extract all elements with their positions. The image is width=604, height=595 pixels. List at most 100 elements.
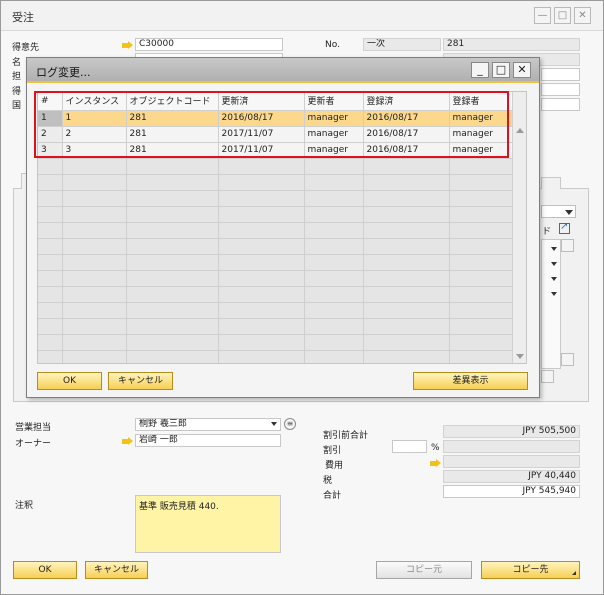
instance-cell: 3 bbox=[62, 142, 127, 159]
owner-label: オーナー bbox=[15, 439, 52, 449]
header-field-4[interactable] bbox=[541, 83, 580, 96]
change-log-table: # インスタンス オブジェクトコード 更新済 更新者 登録済 登録者 1 1 2… bbox=[38, 92, 515, 363]
link-arrow-icon[interactable] bbox=[122, 437, 133, 446]
ok-button[interactable]: OK bbox=[13, 561, 77, 579]
close-icon[interactable]: ✕ bbox=[574, 7, 591, 24]
list-icon[interactable]: ≡ bbox=[284, 418, 296, 430]
empty-row bbox=[38, 174, 515, 191]
row-number: 3 bbox=[38, 142, 63, 159]
layout-select[interactable] bbox=[541, 205, 576, 218]
dialog-ok-button[interactable]: OK bbox=[37, 372, 102, 390]
col-header-updated[interactable]: 更新済 bbox=[218, 92, 305, 111]
total-field: JPY 545,940 bbox=[443, 485, 580, 498]
table-row[interactable]: 1 1 281 2016/08/17 manager 2016/08/17 ma… bbox=[38, 110, 515, 127]
partial-label-4: 国 bbox=[12, 101, 22, 111]
empty-row bbox=[38, 254, 515, 271]
change-log-grid: # インスタンス オブジェクトコード 更新済 更新者 登録済 登録者 1 1 2… bbox=[37, 91, 527, 364]
subtotal-field: JPY 505,500 bbox=[443, 425, 580, 438]
customer-field[interactable]: C30000 bbox=[135, 38, 283, 51]
created-cell: 2016/08/17 bbox=[363, 110, 450, 127]
updated-cell: 2017/11/07 bbox=[218, 142, 305, 159]
side-column-strip bbox=[541, 239, 561, 369]
dropdown-arrow-icon[interactable] bbox=[551, 262, 557, 266]
updated-by-cell: manager bbox=[304, 142, 364, 159]
doc-no-label: No. bbox=[325, 40, 340, 50]
updated-cell: 2016/08/17 bbox=[218, 110, 305, 127]
copy-from-button[interactable]: コピー元 bbox=[376, 561, 472, 579]
chevron-down-icon[interactable] bbox=[271, 422, 277, 426]
remarks-textarea[interactable]: 基準 販売見積 440. bbox=[135, 495, 281, 553]
col-header-row-number: # bbox=[38, 92, 63, 111]
customer-label: 得意先 bbox=[12, 43, 40, 53]
scroll-down-icon[interactable] bbox=[516, 354, 524, 359]
dialog-cancel-button[interactable]: キャンセル bbox=[108, 372, 173, 390]
dialog-close-icon[interactable]: ✕ bbox=[513, 62, 531, 78]
scroll-down-icon[interactable] bbox=[561, 353, 574, 366]
empty-row bbox=[38, 190, 515, 207]
dropdown-corner-icon bbox=[572, 571, 576, 575]
tax-field: JPY 40,440 bbox=[443, 470, 580, 483]
partial-label-3: 得 bbox=[12, 87, 22, 97]
col-header-instance[interactable]: インスタンス bbox=[62, 92, 127, 111]
side-partial-label: ド bbox=[542, 227, 552, 237]
dropdown-arrow-icon[interactable] bbox=[551, 292, 557, 296]
table-row[interactable]: 2 2 281 2017/11/07 manager 2016/08/17 ma… bbox=[38, 126, 515, 143]
dialog-titlebar: ログ変更... _ □ ✕ bbox=[27, 58, 539, 83]
grid-vertical-scrollbar[interactable] bbox=[512, 92, 526, 363]
dialog-title: ログ変更... bbox=[36, 66, 91, 79]
object-code-cell: 281 bbox=[126, 126, 219, 143]
empty-row bbox=[38, 350, 515, 363]
cancel-button[interactable]: キャンセル bbox=[85, 561, 148, 579]
empty-row bbox=[38, 206, 515, 223]
updated-cell: 2017/11/07 bbox=[218, 126, 305, 143]
link-arrow-icon[interactable] bbox=[122, 41, 133, 50]
col-header-created-by[interactable]: 登録者 bbox=[449, 92, 515, 111]
created-cell: 2016/08/17 bbox=[363, 126, 450, 143]
created-by-cell: manager bbox=[449, 126, 515, 143]
header-field-5[interactable] bbox=[541, 98, 580, 111]
created-by-cell: manager bbox=[449, 110, 515, 127]
instance-cell: 1 bbox=[62, 110, 127, 127]
col-header-updated-by[interactable]: 更新者 bbox=[304, 92, 364, 111]
dialog-minimize-icon[interactable]: _ bbox=[471, 62, 489, 78]
col-header-created[interactable]: 登録済 bbox=[363, 92, 450, 111]
expand-icon[interactable] bbox=[559, 221, 570, 234]
dialog-maximize-icon[interactable]: □ bbox=[492, 62, 510, 78]
row-number: 1 bbox=[38, 110, 63, 127]
table-header-row: # インスタンス オブジェクトコード 更新済 更新者 登録済 登録者 bbox=[38, 92, 515, 111]
col-header-object-code[interactable]: オブジェクトコード bbox=[126, 92, 219, 111]
empty-row bbox=[38, 158, 515, 175]
table-row[interactable]: 3 3 281 2017/11/07 manager 2016/08/17 ma… bbox=[38, 142, 515, 159]
header-field-3[interactable] bbox=[541, 68, 580, 81]
object-code-cell: 281 bbox=[126, 142, 219, 159]
empty-row bbox=[38, 270, 515, 287]
partial-label-1: 名 bbox=[12, 58, 22, 68]
updated-by-cell: manager bbox=[304, 126, 364, 143]
scroll-up-icon[interactable] bbox=[516, 128, 524, 133]
copy-to-button[interactable]: コピー先 bbox=[481, 561, 580, 579]
empty-row bbox=[38, 286, 515, 303]
show-differences-button[interactable]: 差異表示 bbox=[413, 372, 528, 390]
object-code-cell: 281 bbox=[126, 110, 219, 127]
sales-rep-label: 営業担当 bbox=[15, 423, 52, 433]
window-titlebar: 受注 — □ ✕ bbox=[1, 1, 603, 31]
series-select[interactable]: 一次 bbox=[363, 38, 441, 51]
maximize-icon[interactable]: □ bbox=[554, 7, 571, 24]
scroll-right-icon[interactable] bbox=[541, 370, 554, 383]
sales-rep-select[interactable]: 桐野 羲三郎 bbox=[135, 418, 281, 431]
totals-labels-block bbox=[323, 439, 440, 499]
dropdown-arrow-icon[interactable] bbox=[551, 247, 557, 251]
empty-row bbox=[38, 302, 515, 319]
created-by-cell: manager bbox=[449, 142, 515, 159]
tab-right[interactable] bbox=[541, 177, 561, 189]
owner-field[interactable]: 岩崎 一郎 bbox=[135, 434, 281, 447]
doc-number-field: 281 bbox=[443, 38, 580, 51]
scroll-up-icon[interactable] bbox=[561, 239, 574, 252]
empty-row bbox=[38, 222, 515, 239]
minimize-icon[interactable]: — bbox=[534, 7, 551, 24]
window-title: 受注 bbox=[12, 11, 34, 24]
copy-to-label: コピー先 bbox=[512, 565, 549, 575]
empty-row bbox=[38, 238, 515, 255]
dropdown-arrow-icon[interactable] bbox=[551, 277, 557, 281]
instance-cell: 2 bbox=[62, 126, 127, 143]
